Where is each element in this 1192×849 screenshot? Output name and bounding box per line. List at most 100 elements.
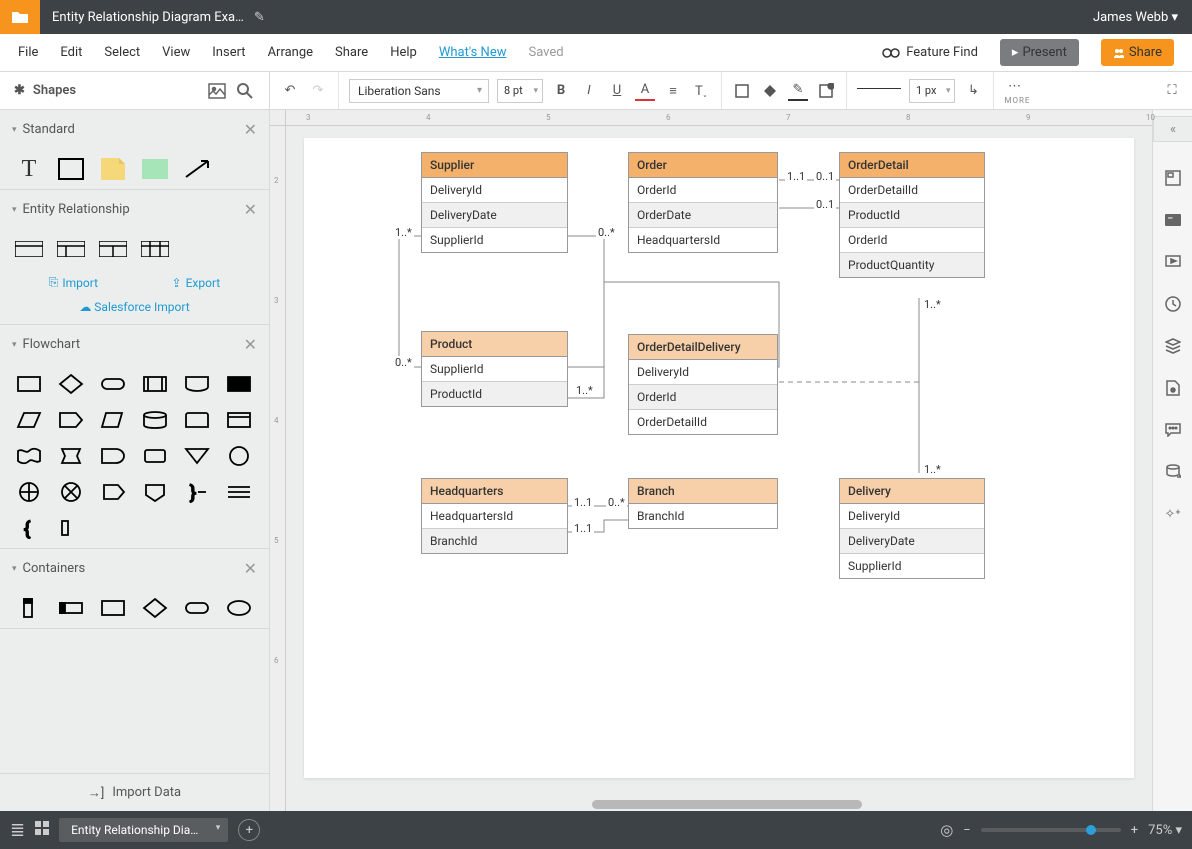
entity-field[interactable]: DeliveryDate (840, 529, 984, 554)
text-options-icon[interactable]: T˯ (691, 81, 711, 101)
entity-field[interactable]: BranchId (629, 504, 777, 528)
font-size-select[interactable]: 8 pt (497, 79, 543, 103)
close-icon[interactable]: ✕ (244, 120, 257, 139)
flow-shape-12[interactable] (14, 444, 44, 468)
flow-shape-21[interactable] (140, 480, 170, 504)
flow-shape-18[interactable] (14, 480, 44, 504)
entity-field[interactable]: DeliveryDate (422, 203, 567, 228)
comments-icon[interactable]: "" (1163, 210, 1183, 230)
underline-icon[interactable]: U (607, 81, 627, 101)
close-icon[interactable]: ✕ (244, 335, 257, 354)
text-color-icon[interactable]: A (635, 81, 655, 101)
navigator-icon[interactable] (1163, 168, 1183, 188)
entity-hq[interactable]: HeadquartersHeadquartersIdBranchId (421, 478, 568, 554)
menu-edit[interactable]: Edit (60, 45, 82, 60)
entity-field[interactable]: OrderId (629, 178, 777, 203)
entity-field[interactable]: BranchId (422, 529, 567, 553)
section-containers[interactable]: ▾Containers✕ (0, 549, 269, 588)
horizontal-scrollbar[interactable] (302, 797, 1152, 811)
layers-icon[interactable] (1163, 336, 1183, 356)
text-shape[interactable]: T (14, 157, 44, 181)
entity-field[interactable]: SupplierId (422, 357, 567, 382)
font-select[interactable]: Liberation Sans (349, 79, 489, 103)
close-icon[interactable]: ✕ (244, 200, 257, 219)
page-icon[interactable] (1163, 378, 1183, 398)
flow-shape-17[interactable] (224, 444, 254, 468)
fullscreen-icon[interactable]: ⛶ (1162, 81, 1182, 101)
zoom-out-icon[interactable]: − (963, 823, 970, 838)
chat-icon[interactable] (1163, 420, 1183, 440)
entity-header[interactable]: Supplier (422, 153, 567, 178)
entity-orderdetail[interactable]: OrderDetailOrderDetailIdProductIdOrderId… (839, 152, 985, 278)
flow-shape-20[interactable] (98, 480, 128, 504)
line-type-icon[interactable]: ↳ (963, 81, 983, 101)
entity-field[interactable]: ProductId (422, 382, 567, 406)
flow-shape-15[interactable] (140, 444, 170, 468)
entity-order[interactable]: OrderOrderIdOrderDateHeadquartersId (628, 152, 778, 253)
flow-shape-9[interactable] (140, 408, 170, 432)
feature-find[interactable]: Feature Find (882, 45, 978, 60)
search-icon[interactable] (235, 81, 255, 101)
entity-field[interactable]: DeliveryId (629, 360, 777, 385)
entity-odd[interactable]: OrderDetailDeliveryDeliveryIdOrderIdOrde… (628, 334, 778, 435)
flow-shape-14[interactable] (98, 444, 128, 468)
entity-header[interactable]: Headquarters (422, 479, 567, 504)
sync-icon[interactable]: ◎ (940, 821, 953, 839)
shape-options-icon[interactable] (816, 81, 836, 101)
entity-field[interactable]: ProductId (840, 203, 984, 228)
entity-field[interactable]: ProductQuantity (840, 253, 984, 277)
menu-insert[interactable]: Insert (212, 45, 245, 60)
container-shape-2[interactable] (98, 596, 128, 620)
flow-shape-19[interactable] (56, 480, 86, 504)
align-icon[interactable]: ≡ (663, 81, 683, 101)
flow-shape-2[interactable] (98, 372, 128, 396)
er-shape-1[interactable] (14, 237, 44, 261)
entity-field[interactable]: OrderDetailId (629, 410, 777, 434)
import-data-button[interactable]: →] Import Data (0, 773, 269, 811)
entity-field[interactable]: DeliveryId (422, 178, 567, 203)
flow-shape-8[interactable] (98, 408, 128, 432)
er-import[interactable]: ⎘ Import (49, 275, 98, 290)
note-shape[interactable] (98, 157, 128, 181)
menu-file[interactable]: File (18, 45, 38, 60)
entity-header[interactable]: Delivery (840, 479, 984, 504)
collapse-panel-icon[interactable]: « (1153, 116, 1192, 142)
undo-icon[interactable]: ↶ (280, 81, 300, 101)
flow-shape-7[interactable] (56, 408, 86, 432)
user-menu[interactable]: James Webb ▾ (1079, 10, 1192, 25)
section-er[interactable]: ▾Entity Relationship✕ (0, 190, 269, 229)
er-shape-3[interactable] (98, 237, 128, 261)
flow-shape-16[interactable] (182, 444, 212, 468)
salesforce-import[interactable]: ☁ Salesforce Import (0, 300, 269, 324)
doc-title[interactable]: Entity Relationship Diagram Exa… (52, 10, 244, 25)
entity-header[interactable]: Order (629, 153, 777, 178)
flow-shape-13[interactable] (56, 444, 86, 468)
flow-shape-0[interactable] (14, 372, 44, 396)
page[interactable]: SupplierDeliveryIdDeliveryDateSupplierId… (304, 138, 1134, 778)
italic-icon[interactable]: I (579, 81, 599, 101)
entity-field[interactable]: DeliveryId (840, 504, 984, 529)
container-shape-4[interactable] (182, 596, 212, 620)
entity-header[interactable]: Product (422, 332, 567, 357)
entity-header[interactable]: OrderDetailDelivery (629, 335, 777, 360)
canvas[interactable]: SupplierDeliveryIdDeliveryDateSupplierId… (286, 126, 1152, 811)
container-shape-3[interactable] (140, 596, 170, 620)
edit-title-icon[interactable]: ✎ (254, 10, 265, 25)
menu-share[interactable]: Share (335, 45, 368, 60)
folder-icon[interactable] (0, 0, 40, 34)
container-shape-0[interactable] (14, 596, 44, 620)
section-flowchart[interactable]: ▾Flowchart✕ (0, 325, 269, 364)
share-button[interactable]: Share (1101, 39, 1174, 66)
image-icon[interactable] (207, 81, 227, 101)
flow-shape-23[interactable] (224, 480, 254, 504)
flow-shape-1[interactable] (56, 372, 86, 396)
flow-shape-24[interactable]: { (14, 516, 44, 540)
list-view-icon[interactable]: ≣ (10, 820, 25, 841)
flow-shape-6[interactable] (14, 408, 44, 432)
fill-icon[interactable] (760, 81, 780, 101)
zoom-in-icon[interactable]: + (1131, 823, 1138, 838)
menu-whatsnew[interactable]: What's New (439, 45, 507, 60)
grid-view-icon[interactable] (35, 821, 49, 839)
menu-view[interactable]: View (162, 45, 190, 60)
line-style[interactable] (857, 88, 901, 89)
